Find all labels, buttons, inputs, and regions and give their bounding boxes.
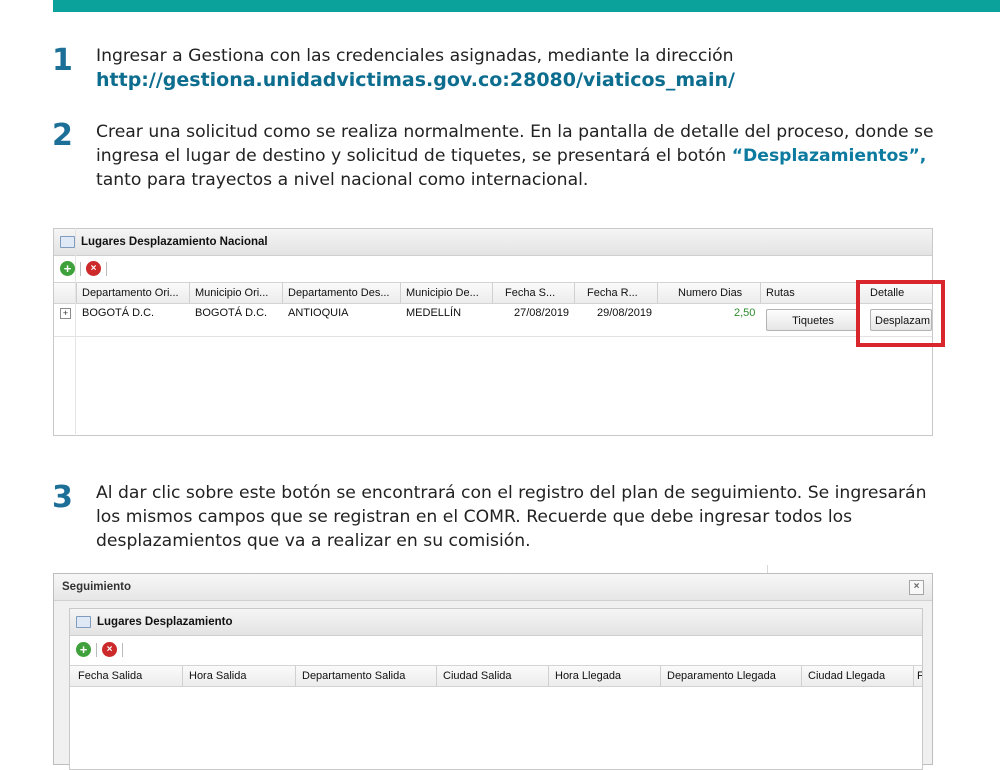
header-accent-bar — [53, 0, 1000, 12]
cell-municipio-destino: MEDELLÍN — [406, 307, 462, 319]
column-header[interactable]: Hora Salida — [182, 666, 295, 686]
step-3-number: 3 — [52, 480, 73, 515]
toolbar-separator — [96, 642, 97, 657]
step-3-text: Al dar clic sobre este botón se encontra… — [96, 483, 927, 551]
toolbar-separator — [122, 642, 123, 657]
toolbar-separator — [106, 261, 107, 276]
column-header[interactable]: Departamento Ori... — [76, 283, 189, 303]
panel-title-bar: Lugares Desplazamiento Nacional — [54, 229, 932, 256]
column-header[interactable]: Fecha Salida — [70, 666, 182, 686]
tiquetes-button[interactable]: Tiquetes — [766, 309, 860, 331]
panel-toolbar: + × — [54, 256, 932, 281]
close-icon[interactable]: × — [909, 580, 924, 595]
column-header[interactable]: Rutas — [760, 283, 856, 303]
window-icon — [76, 616, 91, 628]
column-header[interactable]: Ciudad Salida — [436, 666, 548, 686]
column-header[interactable]: Ciudad Llegada — [801, 666, 913, 686]
delete-icon[interactable]: × — [86, 261, 101, 276]
toolbar-separator — [80, 261, 81, 276]
seguimiento-window: Seguimiento × Lugares Desplazamiento + ×… — [53, 573, 933, 770]
cell-municipio-origen: BOGOTÁ D.C. — [195, 307, 268, 319]
panel-title: Lugares Desplazamiento Nacional — [81, 236, 268, 248]
delete-icon[interactable]: × — [102, 642, 117, 657]
column-header[interactable]: Fecha S... — [492, 283, 574, 303]
panel-toolbar: + × — [70, 636, 922, 663]
grid-header: Departamento Ori... Municipio Ori... Dep… — [54, 282, 932, 304]
column-header[interactable]: Fecha R... — [574, 283, 657, 303]
column-header[interactable]: Municipio Ori... — [189, 283, 282, 303]
column-header[interactable]: Numero Dias — [657, 283, 760, 303]
step-1-text: Ingresar a Gestiona con las credenciales… — [96, 44, 956, 92]
step-1-instruction: Ingresar a Gestiona con las credenciales… — [96, 46, 734, 66]
cell-departamento-origen: BOGOTÁ D.C. — [82, 307, 155, 319]
column-header[interactable]: Departamento Salida — [295, 666, 436, 686]
step-2-number: 2 — [52, 118, 73, 153]
lugares-desplazamiento-panel: Lugares Desplazamiento + × Fecha Salida … — [69, 608, 923, 770]
step-1-number: 1 — [52, 43, 73, 78]
window-title: Seguimiento — [62, 581, 132, 593]
column-header[interactable]: Municipio De... — [400, 283, 492, 303]
lugares-desplazamiento-nacional-panel: Lugares Desplazamiento Nacional + × Depa… — [53, 228, 933, 436]
step-2-text: Crear una solicitud como se realiza norm… — [96, 120, 956, 192]
cell-fecha-regreso: 29/08/2019 — [597, 307, 653, 319]
table-row[interactable]: + BOGOTÁ D.C. BOGOTÁ D.C. ANTIOQUIA MEDE… — [54, 303, 932, 337]
step-2-text-after: tanto para trayectos a nivel nacional co… — [96, 170, 589, 190]
cell-fecha-salida: 27/08/2019 — [514, 307, 570, 319]
gestiona-url-link[interactable]: http://gestiona.unidadvictimas.gov.co:28… — [96, 68, 956, 92]
column-header[interactable]: F — [913, 666, 922, 686]
panel-title: Lugares Desplazamiento — [97, 616, 233, 628]
grid-expander-column — [53, 228, 76, 434]
add-icon[interactable]: + — [76, 642, 91, 657]
grid-header: Fecha Salida Hora Salida Departamento Sa… — [70, 665, 922, 687]
highlight-box — [856, 280, 945, 347]
cell-numero-dias: 2,50 — [734, 307, 756, 319]
desplazamientos-highlight: “Desplazamientos”, — [731, 146, 927, 166]
panel-title-bar: Lugares Desplazamiento — [70, 609, 922, 636]
cell-departamento-destino: ANTIOQUIA — [288, 307, 349, 319]
column-header[interactable]: Deparamento Llegada — [660, 666, 801, 686]
column-header[interactable]: Hora Llegada — [548, 666, 660, 686]
column-header[interactable]: Departamento Des... — [282, 283, 400, 303]
window-title-bar: Seguimiento × — [54, 574, 932, 601]
